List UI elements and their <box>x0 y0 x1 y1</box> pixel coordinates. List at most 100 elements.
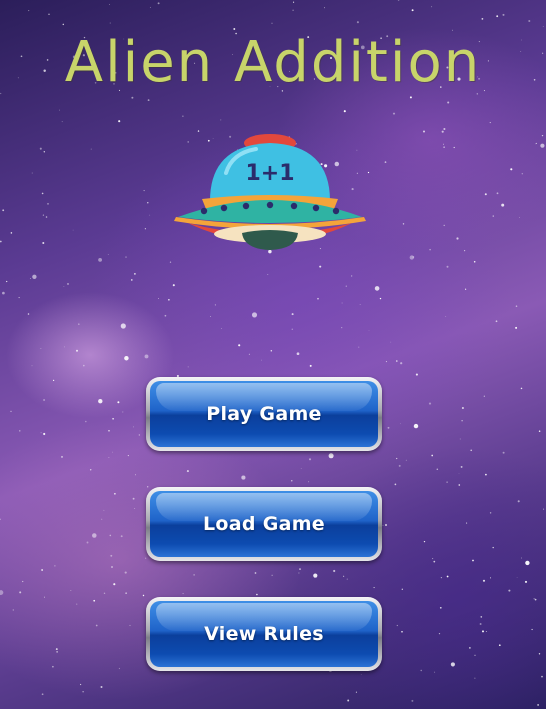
main-menu-screen: Alien Addition 1+1 Play Game Load Game V… <box>0 0 546 709</box>
view-rules-button[interactable]: View Rules <box>146 597 382 671</box>
star <box>450 662 455 667</box>
star <box>43 596 46 598</box>
star <box>356 21 359 24</box>
star <box>341 302 343 304</box>
star <box>443 224 445 227</box>
star <box>124 571 127 574</box>
star <box>122 411 124 413</box>
star <box>542 26 544 27</box>
star <box>197 130 200 132</box>
star <box>405 459 407 461</box>
star <box>142 594 145 597</box>
star <box>446 481 448 483</box>
star <box>2 291 5 295</box>
star <box>516 577 518 579</box>
star <box>131 96 134 99</box>
star <box>144 228 146 230</box>
star <box>300 468 302 469</box>
star <box>411 699 414 702</box>
star <box>113 583 116 586</box>
game-title: Alien Addition <box>64 30 482 95</box>
star <box>456 237 459 240</box>
star <box>95 624 98 627</box>
star <box>446 575 449 578</box>
star <box>347 699 350 702</box>
star <box>540 143 545 148</box>
star <box>134 273 136 275</box>
play-game-button[interactable]: Play Game <box>146 377 382 451</box>
star <box>109 534 112 537</box>
star <box>114 493 116 495</box>
star <box>100 685 103 689</box>
star <box>531 628 533 631</box>
star <box>398 464 401 467</box>
star <box>117 401 120 404</box>
star <box>400 423 401 425</box>
star <box>32 274 37 279</box>
star <box>72 229 74 231</box>
star <box>138 434 140 436</box>
star <box>182 115 184 117</box>
star <box>409 96 412 99</box>
star <box>41 569 43 571</box>
play-game-button-face[interactable]: Play Game <box>150 381 378 447</box>
star <box>396 457 398 460</box>
star <box>498 644 501 647</box>
star <box>127 455 129 457</box>
load-game-button-face[interactable]: Load Game <box>150 491 378 557</box>
star <box>47 203 49 205</box>
star <box>107 253 109 255</box>
star <box>270 350 273 352</box>
star <box>43 398 46 402</box>
star <box>492 546 494 549</box>
star <box>260 359 262 361</box>
star <box>64 346 65 348</box>
star <box>390 341 392 343</box>
star <box>359 303 361 305</box>
star <box>18 297 20 299</box>
star <box>466 522 468 524</box>
star <box>317 297 319 300</box>
star <box>469 647 471 649</box>
star <box>474 677 476 679</box>
star <box>168 299 170 301</box>
star <box>70 590 72 591</box>
star <box>482 579 486 582</box>
star <box>110 554 113 557</box>
star <box>108 430 110 432</box>
star <box>103 509 105 511</box>
star <box>54 565 56 567</box>
star <box>19 591 22 594</box>
load-game-button[interactable]: Load Game <box>146 487 382 561</box>
star <box>238 344 241 347</box>
star <box>132 497 135 500</box>
star <box>496 15 499 18</box>
star <box>131 279 133 281</box>
star <box>495 320 498 323</box>
star <box>472 559 474 562</box>
star <box>42 241 45 245</box>
star <box>543 508 545 510</box>
star <box>446 265 449 268</box>
view-rules-button-face[interactable]: View Rules <box>150 601 378 667</box>
star <box>409 255 414 260</box>
star <box>61 455 63 458</box>
star <box>492 215 494 217</box>
star <box>120 323 126 329</box>
star <box>76 603 78 605</box>
star <box>158 298 160 299</box>
star <box>0 240 2 243</box>
star <box>45 216 48 218</box>
star <box>157 2 160 5</box>
star <box>510 168 513 171</box>
star <box>267 274 269 275</box>
star <box>10 410 12 413</box>
star <box>521 557 522 559</box>
star <box>296 352 300 356</box>
star <box>187 366 189 368</box>
star <box>149 6 151 8</box>
star <box>111 566 113 568</box>
play-game-label: Play Game <box>206 403 322 425</box>
star <box>481 18 484 20</box>
star <box>538 430 541 432</box>
